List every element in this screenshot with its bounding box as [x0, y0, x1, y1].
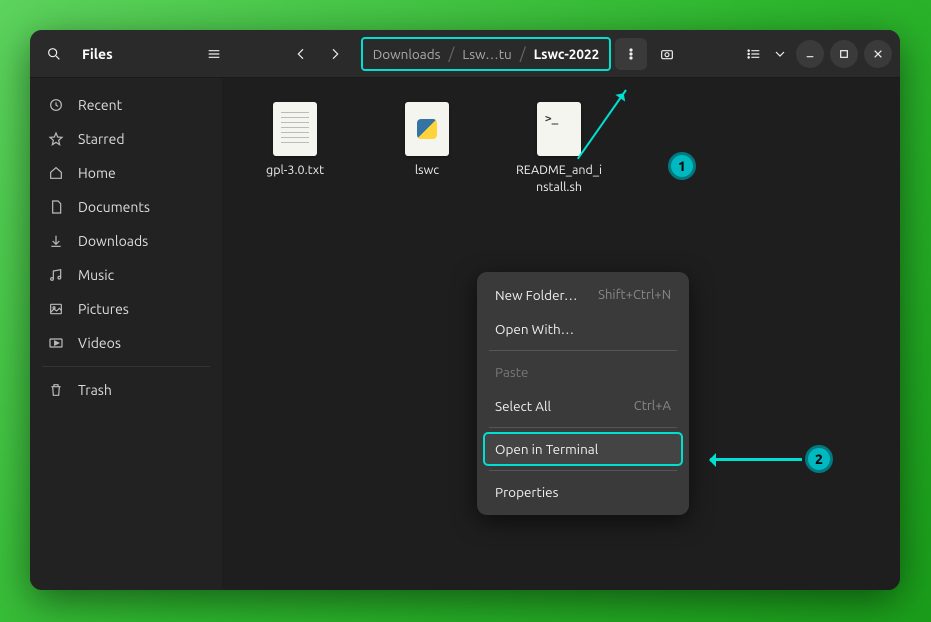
breadcrumb-item[interactable]: Lsw…tu: [462, 46, 511, 62]
search-icon: [46, 46, 62, 62]
sidebar-item-trash[interactable]: Trash: [30, 373, 222, 407]
menu-item-open-with[interactable]: Open With…: [483, 312, 683, 346]
breadcrumb-separator: /: [520, 45, 526, 63]
titlebar: Files Downloads / Lsw…tu / Lswc-2022: [30, 30, 900, 78]
list-icon: [746, 46, 762, 62]
maximize-icon: [836, 46, 852, 62]
sidebar-item-label: Downloads: [78, 233, 148, 249]
location-button[interactable]: [651, 38, 683, 70]
document-icon: [48, 199, 64, 215]
sidebar-item-downloads[interactable]: Downloads: [30, 224, 222, 258]
minimize-icon: [802, 46, 818, 62]
hamburger-icon: [206, 46, 222, 62]
menu-item-label: New Folder…: [495, 287, 577, 303]
star-icon: [48, 131, 64, 147]
breadcrumb-separator: /: [448, 45, 454, 63]
sidebar-item-label: Starred: [78, 131, 125, 147]
file-label: README_and_install.sh: [514, 162, 604, 196]
clock-icon: [48, 97, 64, 113]
sidebar-item-label: Pictures: [78, 301, 129, 317]
annotation-badge: 2: [805, 445, 833, 473]
menu-shortcut: Ctrl+A: [634, 399, 671, 413]
sidebar-menu-button[interactable]: [198, 38, 230, 70]
app-title: Files: [82, 46, 194, 62]
file-label: lswc: [415, 162, 439, 179]
close-button[interactable]: [864, 40, 892, 68]
file-grid: gpl-3.0.txt lswc README_and_install.sh: [250, 102, 872, 196]
menu-item-properties[interactable]: Properties: [483, 475, 683, 509]
sidebar-item-label: Documents: [78, 199, 150, 215]
menu-item-label: Paste: [495, 364, 528, 380]
download-icon: [48, 233, 64, 249]
menu-item-open-terminal[interactable]: Open in Terminal: [483, 432, 683, 466]
menu-separator: [489, 470, 677, 471]
menu-separator: [489, 427, 677, 428]
shell-file-icon: [537, 102, 581, 156]
sidebar-item-videos[interactable]: Videos: [30, 326, 222, 360]
sidebar-item-label: Recent: [78, 97, 122, 113]
trash-icon: [48, 382, 64, 398]
camera-icon: [659, 46, 675, 62]
sidebar-item-pictures[interactable]: Pictures: [30, 292, 222, 326]
menu-item-label: Open With…: [495, 321, 574, 337]
sidebar-item-label: Music: [78, 267, 114, 283]
path-menu-button[interactable]: [615, 38, 647, 70]
close-icon: [870, 46, 886, 62]
menu-item-select-all[interactable]: Select All Ctrl+A: [483, 389, 683, 423]
file-item[interactable]: README_and_install.sh: [514, 102, 604, 196]
view-options-button[interactable]: [770, 38, 790, 70]
breadcrumb-item-current[interactable]: Lswc-2022: [534, 46, 600, 62]
sidebar-item-label: Home: [78, 165, 116, 181]
sidebar-item-music[interactable]: Music: [30, 258, 222, 292]
file-item[interactable]: lswc: [382, 102, 472, 196]
chevron-left-icon: [293, 46, 309, 62]
menu-item-label: Open in Terminal: [495, 441, 598, 457]
maximize-button[interactable]: [830, 40, 858, 68]
chevron-right-icon: [327, 46, 343, 62]
video-icon: [48, 335, 64, 351]
sidebar-item-home[interactable]: Home: [30, 156, 222, 190]
sidebar-item-label: Trash: [78, 382, 112, 398]
context-menu: New Folder… Shift+Ctrl+N Open With… Past…: [477, 272, 689, 515]
sidebar-item-starred[interactable]: Starred: [30, 122, 222, 156]
search-button[interactable]: [38, 38, 70, 70]
python-file-icon: [405, 102, 449, 156]
back-button[interactable]: [285, 38, 317, 70]
annotation-badge: 1: [668, 152, 696, 180]
file-label: gpl-3.0.txt: [266, 162, 324, 179]
sidebar-item-label: Videos: [78, 335, 121, 351]
home-icon: [48, 165, 64, 181]
menu-shortcut: Shift+Ctrl+N: [598, 288, 671, 302]
breadcrumb[interactable]: Downloads / Lsw…tu / Lswc-2022: [361, 37, 612, 71]
breadcrumb-item[interactable]: Downloads: [373, 46, 441, 62]
menu-item-label: Select All: [495, 398, 551, 414]
sidebar-separator: [42, 366, 210, 367]
annotation-arrow: [710, 458, 802, 461]
sidebar-item-recent[interactable]: Recent: [30, 88, 222, 122]
sidebar: Recent Starred Home Documents Downloads …: [30, 78, 222, 590]
text-file-icon: [273, 102, 317, 156]
menu-item-label: Properties: [495, 484, 558, 500]
forward-button[interactable]: [319, 38, 351, 70]
file-item[interactable]: gpl-3.0.txt: [250, 102, 340, 196]
menu-item-paste: Paste: [483, 355, 683, 389]
sidebar-item-documents[interactable]: Documents: [30, 190, 222, 224]
music-icon: [48, 267, 64, 283]
kebab-icon: [623, 46, 639, 62]
menu-item-new-folder[interactable]: New Folder… Shift+Ctrl+N: [483, 278, 683, 312]
picture-icon: [48, 301, 64, 317]
list-view-button[interactable]: [738, 38, 770, 70]
chevron-down-icon: [772, 46, 788, 62]
minimize-button[interactable]: [796, 40, 824, 68]
file-manager-window: Files Downloads / Lsw…tu / Lswc-2022: [30, 30, 900, 590]
menu-separator: [489, 350, 677, 351]
